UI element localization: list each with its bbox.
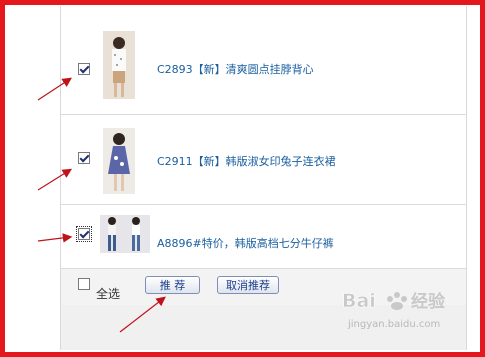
watermark-url: jingyan.baidu.com bbox=[347, 319, 440, 330]
baidu-jingyan-watermark: Bai 经验 jingyan.baidu.com bbox=[340, 285, 465, 339]
watermark-brand: Bai bbox=[342, 290, 376, 312]
watermark-brand-suffix: 经验 bbox=[411, 291, 446, 312]
paw-icon bbox=[387, 292, 407, 310]
